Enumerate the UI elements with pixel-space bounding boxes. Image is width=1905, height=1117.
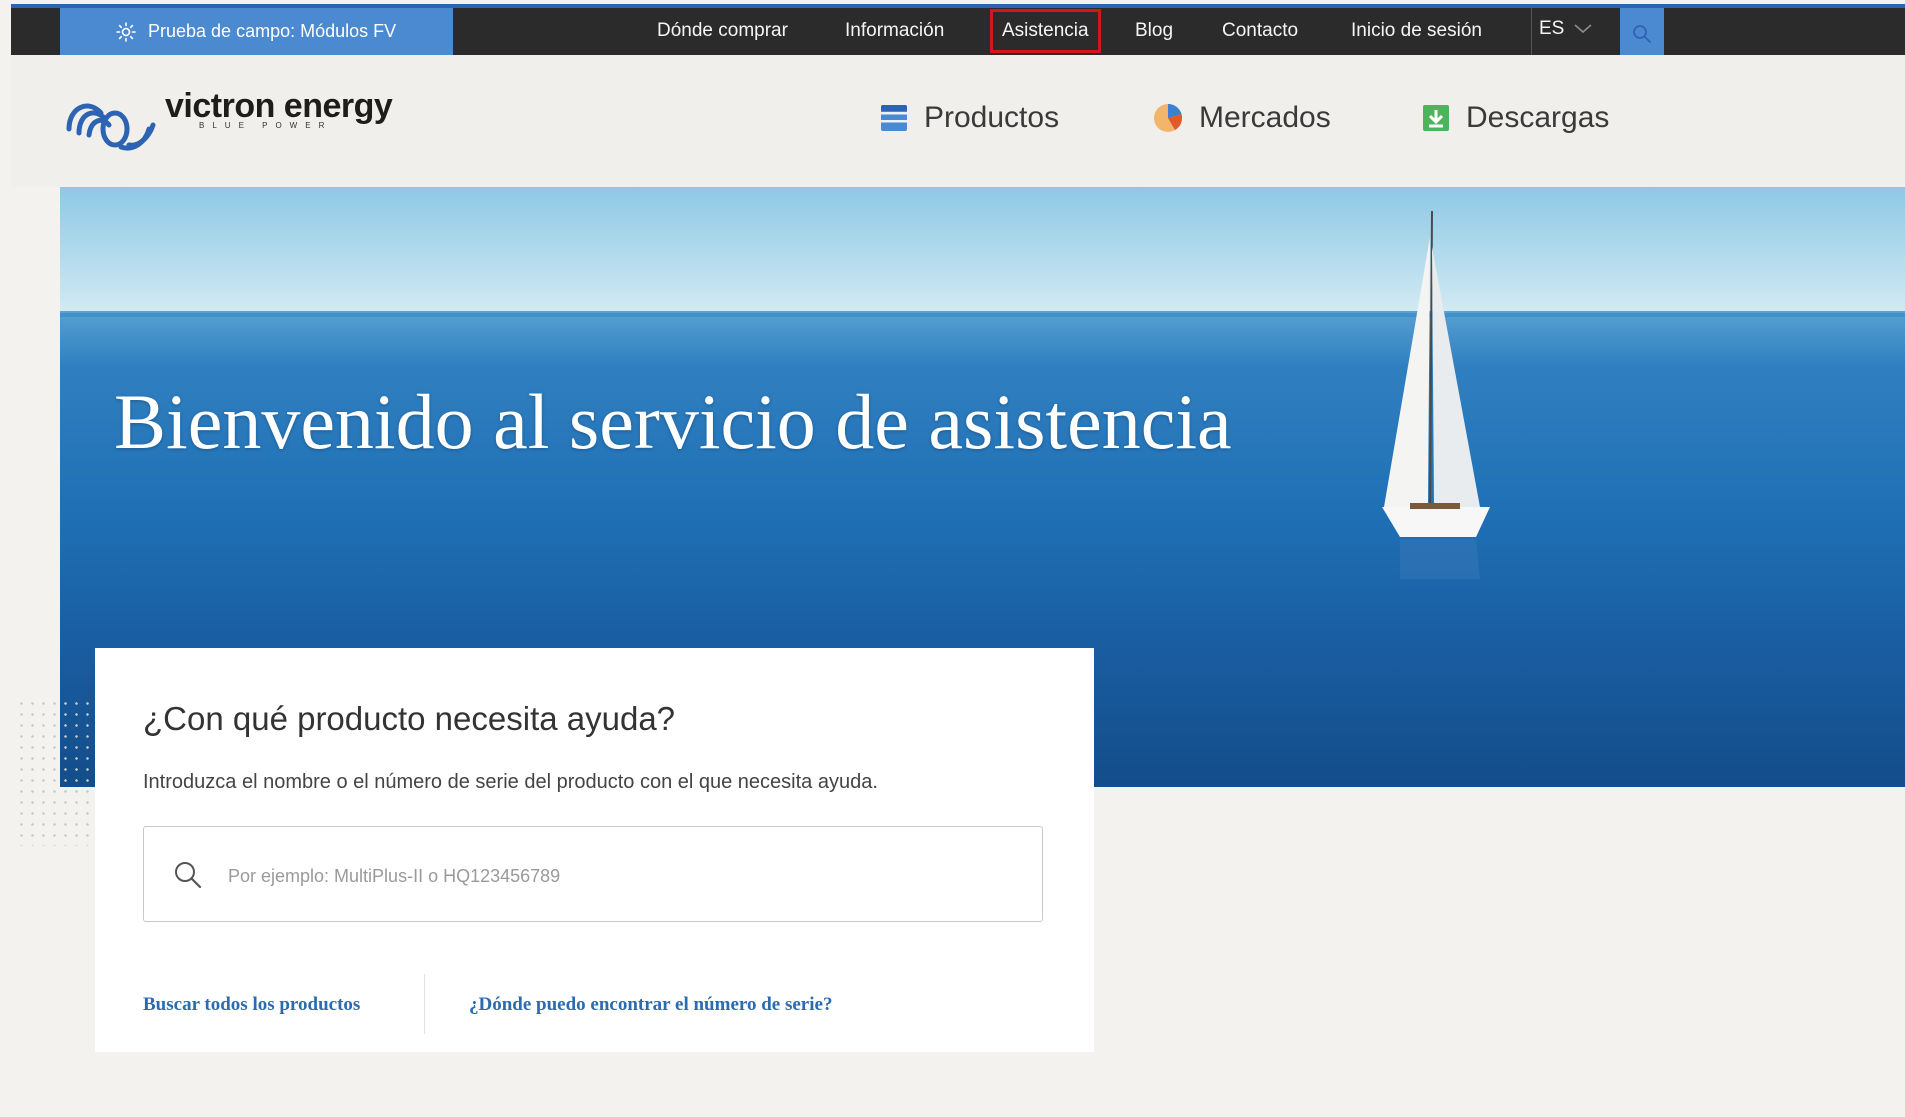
top-nav-blog[interactable]: Blog xyxy=(1135,16,1173,46)
product-search-box[interactable] xyxy=(143,826,1043,922)
links-divider xyxy=(424,974,425,1034)
top-bar: Prueba de campo: Módulos FV Dónde compra… xyxy=(11,4,1905,59)
markets-pie-icon xyxy=(1154,103,1183,132)
sun-icon xyxy=(116,21,136,42)
product-search-input[interactable] xyxy=(226,857,1010,895)
search-icon xyxy=(175,862,202,889)
logo-name: victron energy xyxy=(165,87,393,125)
top-nav-donde-comprar[interactable]: Dónde comprar xyxy=(657,16,788,46)
download-icon xyxy=(1423,105,1449,131)
top-nav-contacto[interactable]: Contacto xyxy=(1222,16,1298,46)
search-card-title: ¿Con qué producto necesita ayuda? xyxy=(143,700,676,737)
top-search-button[interactable] xyxy=(1620,8,1664,59)
hero-sky xyxy=(60,187,1905,313)
browse-all-products-link[interactable]: Buscar todos los productos xyxy=(143,994,360,1016)
find-serial-number-link[interactable]: ¿Dónde puedo encontrar el número de seri… xyxy=(469,994,832,1016)
product-search-card: ¿Con qué producto necesita ayuda? Introd… xyxy=(95,648,1094,1052)
main-nav-descargas-label: Descargas xyxy=(1466,101,1610,134)
top-nav-informacion[interactable]: Información xyxy=(845,16,944,46)
top-nav-inicio-sesion[interactable]: Inicio de sesión xyxy=(1351,16,1482,46)
top-nav-asistencia[interactable]: Asistencia xyxy=(990,9,1101,53)
main-nav-mercados[interactable]: Mercados xyxy=(1153,101,1331,135)
language-divider xyxy=(1531,8,1532,59)
main-nav-productos[interactable]: Productos xyxy=(880,101,1059,135)
promo-label: Prueba de campo: Módulos FV xyxy=(148,21,397,41)
victron-logo[interactable]: victron energy BLUE POWER xyxy=(59,87,393,151)
language-selector[interactable]: ES xyxy=(1539,18,1592,40)
search-icon xyxy=(1633,24,1651,43)
logo-text: victron energy BLUE POWER xyxy=(165,87,393,130)
victron-logo-mark-icon xyxy=(66,103,156,151)
chevron-down-icon xyxy=(1574,24,1592,34)
language-code: ES xyxy=(1539,18,1565,39)
search-card-description: Introduzca el nombre o el número de seri… xyxy=(143,771,878,793)
hero-title: Bienvenido al servicio de asistencia xyxy=(114,378,1232,465)
promo-link[interactable]: Prueba de campo: Módulos FV xyxy=(60,8,453,55)
decorative-dot-grid xyxy=(16,698,94,846)
main-nav-mercados-label: Mercados xyxy=(1199,101,1331,134)
sailboat-image xyxy=(1382,210,1490,579)
main-nav-descargas[interactable]: Descargas xyxy=(1422,101,1609,135)
products-icon xyxy=(881,105,907,131)
main-nav-productos-label: Productos xyxy=(924,101,1060,134)
site-header: victron energy BLUE POWER Productos Merc… xyxy=(11,55,1905,187)
hero-horizon xyxy=(60,311,1905,317)
